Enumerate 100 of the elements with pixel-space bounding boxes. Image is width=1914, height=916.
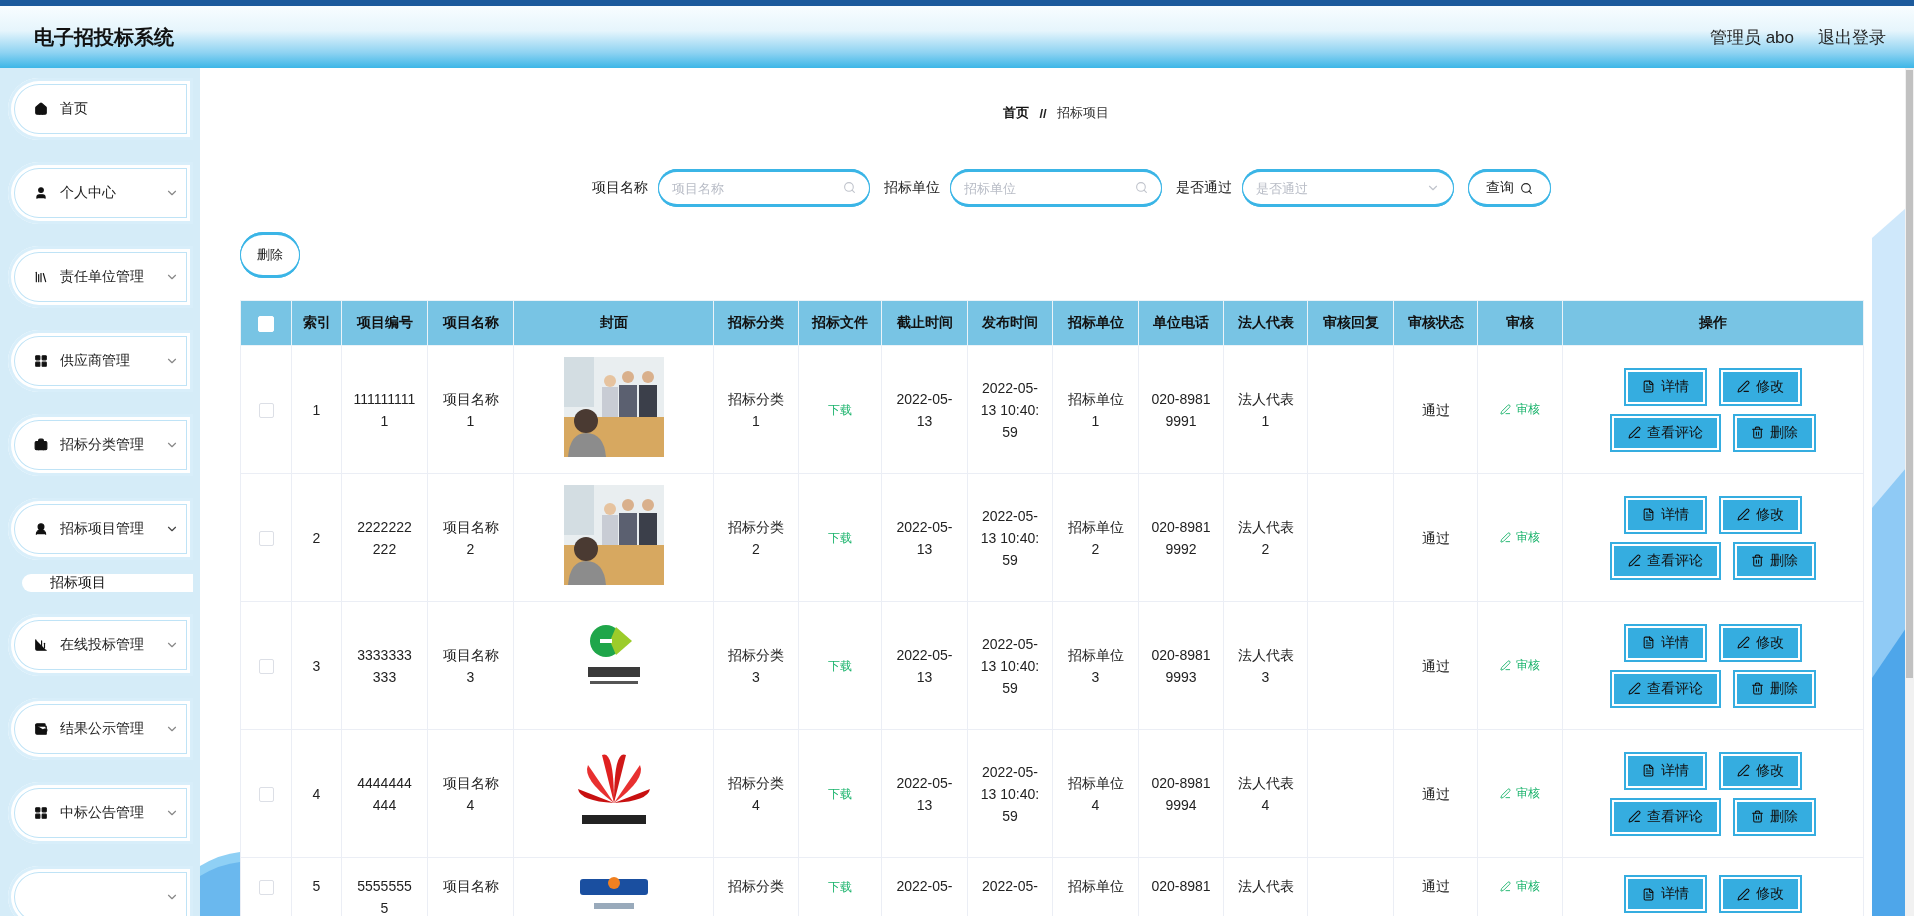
sidebar-item[interactable]: 首页: [8, 78, 193, 140]
table-cell: 2022-05-13 10:40:59: [967, 345, 1053, 474]
pencil-icon: [1737, 764, 1750, 777]
sidebar-item[interactable]: 招标项目管理: [8, 498, 193, 560]
breadcrumb-link[interactable]: 首页: [1003, 104, 1030, 122]
scrollbar[interactable]: [1905, 68, 1914, 916]
comments-button[interactable]: 查看评论: [1612, 671, 1719, 706]
row-checkbox[interactable]: [258, 659, 274, 675]
table-cell: 2022-05-13 10:40:59: [967, 601, 1053, 730]
table-cell: 3333333333: [341, 601, 428, 730]
trash-icon: [1751, 554, 1764, 567]
document-icon: [1642, 636, 1655, 649]
table-cell: 2022-05-13 10:40:59: [967, 729, 1053, 858]
query-button[interactable]: 查询: [1467, 169, 1551, 207]
sidebar-item[interactable]: 招标分类管理: [8, 414, 193, 476]
app-title: 电子招投标系统: [34, 24, 174, 50]
sidebar-item[interactable]: [8, 866, 193, 916]
sidebar-item[interactable]: 在线投标管理: [8, 614, 193, 676]
edit-button[interactable]: 修改: [1721, 625, 1800, 660]
row-checkbox[interactable]: [258, 879, 274, 895]
row-checkbox[interactable]: [258, 531, 274, 547]
details-button[interactable]: 详情: [1626, 369, 1705, 404]
breadcrumb-separator: //: [1039, 105, 1047, 121]
column-header: 招标分类: [713, 300, 799, 346]
comments-button[interactable]: 查看评论: [1612, 415, 1719, 450]
delete-button[interactable]: 删除: [240, 232, 300, 278]
table-cell: 法人代表3: [1223, 601, 1308, 730]
table-cell: 法人代表1: [1223, 345, 1308, 474]
sidebar-item[interactable]: 供应商管理: [8, 330, 193, 392]
row-checkbox[interactable]: [258, 403, 274, 419]
sidebar-item[interactable]: 责任单位管理: [8, 246, 193, 308]
table-cell: 项目名称2: [427, 473, 514, 602]
table-cell: 招标单位2: [1052, 473, 1139, 602]
details-button[interactable]: 详情: [1626, 753, 1705, 788]
table-cell: 招标单位4: [1052, 729, 1139, 858]
column-header: 索引: [291, 300, 342, 346]
comments-button[interactable]: 查看评论: [1612, 799, 1719, 834]
edit-button[interactable]: 修改: [1721, 369, 1800, 404]
search-icon: [842, 181, 856, 194]
table-cell: 项目名称4: [427, 729, 514, 858]
field-label: 项目名称: [591, 179, 648, 197]
row-checkbox[interactable]: [258, 787, 274, 803]
column-header: 操作: [1562, 300, 1864, 346]
table-cell: 2: [291, 473, 342, 602]
details-button[interactable]: 详情: [1626, 877, 1705, 911]
table-cell: 2022-05-13: [881, 729, 968, 858]
column-header: 招标单位: [1052, 300, 1139, 346]
column-header: 项目名称: [427, 300, 514, 346]
delete-button[interactable]: 删除: [1735, 799, 1814, 834]
sidebar-item[interactable]: 中标公告管理: [8, 782, 193, 844]
search-field[interactable]: 招标单位: [949, 169, 1162, 207]
table-cell: 通过: [1393, 729, 1478, 858]
table-cell: 招标分类1: [713, 345, 799, 474]
sidebar-item[interactable]: 结果公示管理: [8, 698, 193, 760]
books-icon: [34, 270, 48, 284]
table-cell: 4444444444: [341, 729, 428, 858]
breadcrumb-current: 招标项目: [1056, 104, 1109, 122]
table-cell: 通过: [1393, 601, 1478, 730]
document-icon: [1642, 764, 1655, 777]
pencil-icon: [1737, 636, 1750, 649]
column-header: 审核回复: [1307, 300, 1394, 346]
edit-button[interactable]: 修改: [1721, 497, 1800, 532]
wallet-icon: [34, 722, 48, 736]
table-cell: 1111111111: [341, 345, 428, 474]
table-cell: 通过: [1393, 345, 1478, 474]
home-icon: [34, 102, 48, 116]
select-all-checkbox[interactable]: [258, 315, 274, 332]
edit-button[interactable]: 修改: [1721, 753, 1800, 788]
sidebar-subitem[interactable]: 招标项目: [22, 574, 193, 592]
column-header: 封面: [513, 300, 714, 346]
pencil-icon: [1628, 810, 1641, 823]
pencil-icon: [1500, 531, 1511, 543]
delete-button[interactable]: 删除: [1735, 543, 1814, 578]
document-icon: [1642, 508, 1655, 521]
details-button[interactable]: 详情: [1626, 497, 1705, 532]
table-cell: 2022-05-13: [881, 345, 968, 474]
edit-button[interactable]: 修改: [1721, 877, 1800, 911]
pencil-icon: [1737, 508, 1750, 521]
column-header: 截止时间: [881, 300, 968, 346]
table-cell: 1: [291, 345, 342, 474]
comments-button[interactable]: 查看评论: [1612, 543, 1719, 578]
pencil-icon: [1500, 880, 1511, 892]
table-cell: 招标分类4: [713, 729, 799, 858]
field-label: 招标单位: [883, 179, 940, 197]
pencil-icon: [1628, 554, 1641, 567]
table-cell: 4: [291, 729, 342, 858]
logout-link[interactable]: 退出登录: [1818, 25, 1886, 49]
table-cell: 020-89819992: [1138, 473, 1224, 602]
column-header: 审核: [1477, 300, 1563, 346]
select-field[interactable]: 是否通过: [1241, 169, 1454, 207]
delete-button[interactable]: 删除: [1735, 415, 1814, 450]
table-cell: 项目名称1: [427, 345, 514, 474]
delete-button[interactable]: 删除: [1735, 671, 1814, 706]
details-button[interactable]: 详情: [1626, 625, 1705, 660]
search-field[interactable]: 项目名称: [657, 169, 870, 207]
user-icon: [34, 186, 48, 200]
table-cell: 法人代表2: [1223, 473, 1308, 602]
bar-chart-icon: [34, 638, 48, 652]
sidebar-item[interactable]: 个人中心: [8, 162, 193, 224]
pencil-icon: [1737, 887, 1750, 901]
